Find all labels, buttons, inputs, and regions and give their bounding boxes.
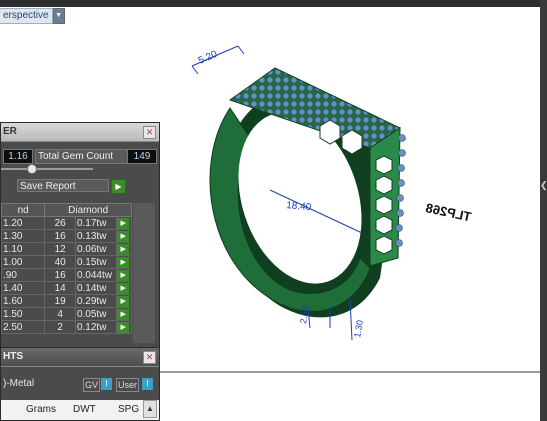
user-toggle[interactable]: I: [142, 378, 153, 390]
dim-inner-diameter: 18.40: [286, 200, 312, 213]
gem-count-cell: 16: [44, 268, 76, 282]
view-mode-dropdown[interactable]: erspective ▼: [0, 8, 65, 24]
gem-table-row[interactable]: 1.40 14 0.14tw ▶: [0, 281, 132, 295]
gv-label: GV: [83, 378, 101, 392]
gem-size-value[interactable]: 1.16: [3, 149, 33, 164]
play-arrow-icon[interactable]: ▶: [117, 282, 130, 294]
gem-size-cell: 1.60: [0, 294, 46, 308]
gem-stats-row: 1.16 Total Gem Count 149: [1, 149, 161, 164]
gem-size-cell: 1.50: [0, 307, 46, 321]
gem-row-go-cell: ▶: [116, 294, 132, 308]
view-mode-label: erspective: [0, 8, 53, 24]
gem-count-cell: 19: [44, 294, 76, 308]
gem-weight-cell: 0.13tw: [74, 229, 118, 243]
size-slider-track[interactable]: [1, 168, 93, 170]
gem-table-row[interactable]: 2.50 2 0.12tw ▶: [0, 320, 132, 334]
gem-count-cell: 16: [44, 229, 76, 243]
play-arrow-icon[interactable]: ▶: [117, 243, 130, 255]
gem-table: nd Diamond 1.20 26 0.17tw ▶ 1.30 16 0.13tw ▶ 1.1…: [0, 203, 132, 334]
gem-row-go-cell: ▶: [116, 307, 132, 321]
gem-row-go-cell: ▶: [116, 320, 132, 334]
ring-model[interactable]: 5.20 18.40 2.50 1.30 TLP268: [170, 28, 510, 358]
dim-shank-thickness: 1.30: [352, 319, 365, 338]
gem-size-cell: 1.20: [0, 216, 46, 230]
gem-count-cell: 40: [44, 255, 76, 269]
gem-size-cell: 1.10: [0, 242, 46, 256]
gem-count-cell: 4: [44, 307, 76, 321]
play-arrow-icon[interactable]: ▶: [117, 230, 130, 242]
gem-panel-titlebar[interactable]: ER ✕: [1, 123, 159, 142]
gem-row-go-cell: ▶: [116, 268, 132, 282]
gem-count-cell: 2: [44, 320, 76, 334]
weights-panel: HTS ✕ )-Metal GV I User I Grams DWT SPG …: [0, 347, 160, 421]
gem-size-cell: .90: [0, 268, 46, 282]
dim-top-width: 5.20: [197, 49, 220, 67]
play-arrow-icon[interactable]: ▶: [117, 321, 130, 333]
gem-table-row[interactable]: 1.20 26 0.17tw ▶: [0, 216, 132, 230]
gem-row-go-cell: ▶: [116, 255, 132, 269]
gem-report-panel: ER ✕ 1.16 Total Gem Count 149 Save Repor…: [0, 122, 160, 350]
gem-col-diamond-header: Diamond: [44, 203, 132, 217]
total-gem-count-label: Total Gem Count: [35, 149, 129, 164]
collapse-arrow-icon[interactable]: ❮: [540, 178, 547, 192]
gem-size-cell: 2.50: [0, 320, 46, 334]
play-arrow-icon[interactable]: ▶: [117, 217, 130, 229]
gem-count-cell: 12: [44, 242, 76, 256]
gem-weight-cell: 0.05tw: [74, 307, 118, 321]
gem-weight-cell: 0.044tw: [74, 268, 118, 282]
gem-table-header: nd Diamond: [0, 203, 132, 217]
gem-weight-cell: 0.12tw: [74, 320, 118, 334]
gem-weight-cell: 0.29tw: [74, 294, 118, 308]
col-dwt-header: DWT: [73, 404, 96, 415]
gem-row-go-cell: ▶: [116, 242, 132, 256]
play-arrow-icon[interactable]: ▶: [117, 308, 130, 320]
gem-table-row[interactable]: 1.50 4 0.05tw ▶: [0, 307, 132, 321]
gem-row-go-cell: ▶: [116, 281, 132, 295]
gem-count-cell: 14: [44, 281, 76, 295]
chevron-down-icon[interactable]: ▼: [52, 8, 65, 24]
total-gem-count-value: 149: [127, 149, 157, 164]
close-icon[interactable]: ✕: [143, 351, 156, 364]
gem-size-cell: 1.00: [0, 255, 46, 269]
gem-row-go-cell: ▶: [116, 216, 132, 230]
gem-size-cell: 1.40: [0, 281, 46, 295]
gem-count-cell: 26: [44, 216, 76, 230]
right-edge-strip: [540, 0, 547, 421]
gem-table-row[interactable]: 1.60 19 0.29tw ▶: [0, 294, 132, 308]
play-arrow-icon[interactable]: ▶: [117, 295, 130, 307]
save-report-select[interactable]: Save Report: [17, 179, 109, 192]
size-slider-knob[interactable]: [27, 164, 37, 174]
weights-panel-title: HTS: [3, 351, 23, 362]
gem-panel-scroll-area: [133, 203, 155, 343]
gem-table-row[interactable]: 1.00 40 0.15tw ▶: [0, 255, 132, 269]
weights-table-header: Grams DWT SPG: [1, 400, 159, 420]
gem-table-row[interactable]: 1.10 12 0.06tw ▶: [0, 242, 132, 256]
gem-table-row[interactable]: 1.30 16 0.13tw ▶: [0, 229, 132, 243]
gem-col-size-header: nd: [0, 203, 46, 217]
weights-panel-titlebar[interactable]: HTS ✕: [1, 348, 159, 367]
gem-weight-cell: 0.15tw: [74, 255, 118, 269]
gem-panel-title: ER: [3, 126, 17, 137]
gem-weight-cell: 0.06tw: [74, 242, 118, 256]
play-arrow-icon[interactable]: ▶: [117, 256, 130, 268]
play-arrow-icon[interactable]: ▶: [117, 269, 130, 281]
engraving-text: TLP268: [424, 200, 472, 224]
col-spg-header: SPG: [118, 404, 140, 415]
user-label: User: [116, 378, 140, 392]
gem-table-row[interactable]: .90 16 0.044tw ▶: [0, 268, 132, 282]
save-report-go-icon[interactable]: ▶: [111, 179, 126, 194]
gem-weight-cell: 0.14tw: [74, 281, 118, 295]
gem-size-cell: 1.30: [0, 229, 46, 243]
gem-row-go-cell: ▶: [116, 229, 132, 243]
scroll-up-icon[interactable]: ▲: [143, 400, 157, 418]
close-icon[interactable]: ✕: [143, 126, 156, 139]
col-grams-header: Grams: [26, 404, 56, 415]
metal-label: )-Metal: [3, 378, 35, 389]
gem-weight-cell: 0.17tw: [74, 216, 118, 230]
top-toolbar-strip: [0, 0, 547, 7]
gv-toggle[interactable]: I: [101, 378, 112, 390]
